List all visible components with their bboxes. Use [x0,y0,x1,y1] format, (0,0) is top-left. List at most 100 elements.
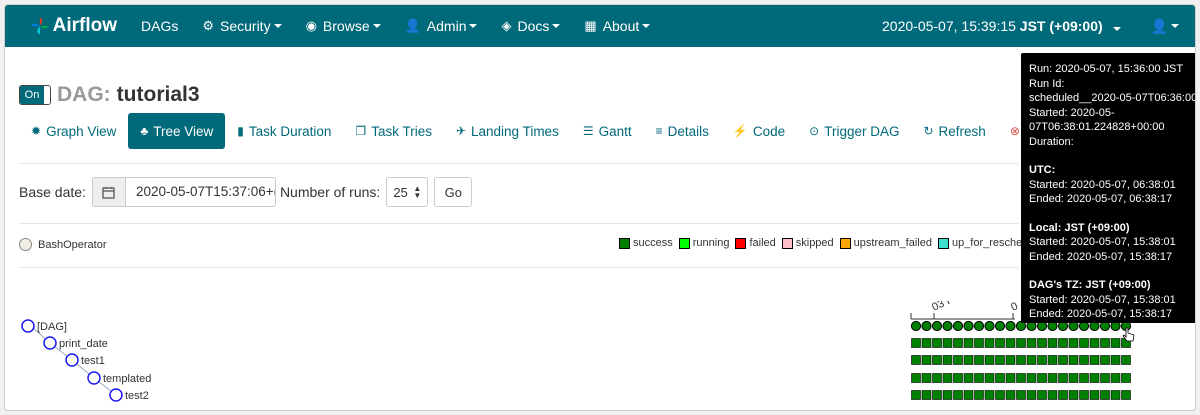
task-instance-square[interactable] [953,373,963,383]
runs-select[interactable]: 25 ▲ ▼ [386,177,429,207]
tab-tree-view[interactable]: ♣ Tree View [128,113,226,149]
tab-trigger-dag[interactable]: ⊙ Trigger DAG [797,113,911,149]
tab-details[interactable]: ≡ Details [644,113,721,149]
nav-dags[interactable]: DAGs [141,18,178,34]
clock-dropdown[interactable]: 2020-05-07, 15:39:15 JST (+09:00) [882,18,1121,34]
task-instance-square[interactable] [1026,338,1037,348]
task-instance-square[interactable] [942,338,953,348]
task-instance-square[interactable] [1079,338,1089,348]
task-instance-square[interactable] [953,390,963,400]
task-instance-square[interactable] [1100,338,1110,348]
task-instance-square[interactable] [942,373,953,383]
nav-about[interactable]: ▦ About [584,18,651,34]
task-instance-square[interactable] [1058,338,1068,348]
task-instance-square[interactable] [953,338,963,348]
task-instance-square[interactable] [1026,373,1037,383]
task-instance-square[interactable] [942,355,953,365]
tab-gantt[interactable]: ☰ Gantt [571,113,644,149]
task-instance-square[interactable] [1058,373,1068,383]
task-instance-square[interactable] [1026,390,1037,400]
nav-security[interactable]: ⚙ Security [202,18,282,34]
task-instance-square[interactable] [911,373,921,383]
task-instance-square[interactable] [1110,373,1121,383]
task-instance-square[interactable] [963,390,974,400]
dag-run-circle[interactable] [942,320,953,332]
task-instance-square[interactable] [974,338,984,348]
task-instance-square[interactable] [984,355,995,365]
dag-run-circle[interactable] [910,320,922,332]
task-instance-square[interactable] [1037,338,1047,348]
task-instance-square[interactable] [974,355,984,365]
task-instance-square[interactable] [1068,355,1079,365]
nav-docs[interactable]: ◈ Docs [501,18,561,34]
task-instance-square[interactable] [921,390,932,400]
task-instance-square[interactable] [1016,390,1026,400]
dag-run-circle[interactable] [921,320,932,332]
task-instance-square[interactable] [963,338,974,348]
task-instance-square[interactable] [1121,373,1131,383]
task-instance-square[interactable] [1089,355,1100,365]
dag-run-circle[interactable] [973,320,985,332]
task-instance-square[interactable] [1079,355,1089,365]
task-instance-square[interactable] [921,338,932,348]
task-instance-square[interactable] [1005,373,1016,383]
tree-node-test2[interactable]: test2 [109,388,149,402]
task-instance-square[interactable] [1016,338,1026,348]
tab-code[interactable]: ⚡ Code [721,113,797,149]
task-instance-square[interactable] [1100,373,1110,383]
task-instance-square[interactable] [1058,390,1068,400]
task-instance-square[interactable] [932,355,942,365]
dag-pause-toggle[interactable]: On [19,85,51,105]
task-instance-square[interactable] [1016,373,1026,383]
tree-node-dag[interactable]: [DAG] [21,319,67,333]
task-instance-square[interactable] [1037,373,1047,383]
go-button[interactable]: Go [434,177,473,207]
task-instance-square[interactable] [1100,390,1110,400]
tab-task-duration[interactable]: ▮ Task Duration [225,113,343,149]
task-instance-square[interactable] [1047,390,1058,400]
task-instance-square[interactable] [942,390,953,400]
dag-run-circle[interactable] [1005,320,1016,332]
tree-node-templated[interactable]: templated [87,371,151,385]
task-instance-square[interactable] [932,373,942,383]
calendar-button[interactable] [91,177,126,207]
task-instance-square[interactable] [921,373,932,383]
task-instance-square[interactable] [1121,390,1131,400]
task-instance-square[interactable] [974,373,984,383]
task-instance-square[interactable] [1005,390,1016,400]
tab-graph-view[interactable]: ✹ Graph View [19,113,128,149]
task-instance-square[interactable] [1089,338,1100,348]
nav-browse[interactable]: ◉ Browse [306,18,381,34]
task-instance-square[interactable] [911,355,921,365]
task-instance-square[interactable] [974,390,984,400]
base-date-input[interactable]: 2020-05-07T15:37:06+( [125,177,276,207]
task-instance-square[interactable] [1037,355,1047,365]
task-instance-square[interactable] [1068,390,1079,400]
task-instance-square[interactable] [1005,355,1016,365]
task-instance-square[interactable] [963,373,974,383]
task-instance-square[interactable] [1037,390,1047,400]
brand-logo[interactable]: Airflow [31,13,117,39]
task-instance-square[interactable] [995,355,1005,365]
task-instance-square[interactable] [1089,390,1100,400]
task-instance-square[interactable] [984,373,995,383]
tab-landing-times[interactable]: ✈ Landing Times [444,113,571,149]
task-instance-square[interactable] [1110,338,1121,348]
task-instance-square[interactable] [1016,355,1026,365]
tree-node-print-date[interactable]: print_date [43,336,108,350]
dag-run-circle[interactable] [931,320,943,332]
task-instance-square[interactable] [963,355,974,365]
task-instance-square[interactable] [1068,373,1079,383]
task-instance-square[interactable] [1100,355,1110,365]
task-instance-square[interactable] [921,355,932,365]
task-instance-square[interactable] [932,338,942,348]
task-instance-square[interactable] [984,390,995,400]
dag-run-circle[interactable] [984,320,995,332]
task-instance-square[interactable] [995,373,1005,383]
task-instance-square[interactable] [995,338,1005,348]
task-instance-square[interactable] [1110,355,1121,365]
task-instance-square[interactable] [932,390,942,400]
task-instance-square[interactable] [1026,355,1037,365]
task-instance-square[interactable] [1058,355,1068,365]
task-instance-square[interactable] [1047,373,1058,383]
